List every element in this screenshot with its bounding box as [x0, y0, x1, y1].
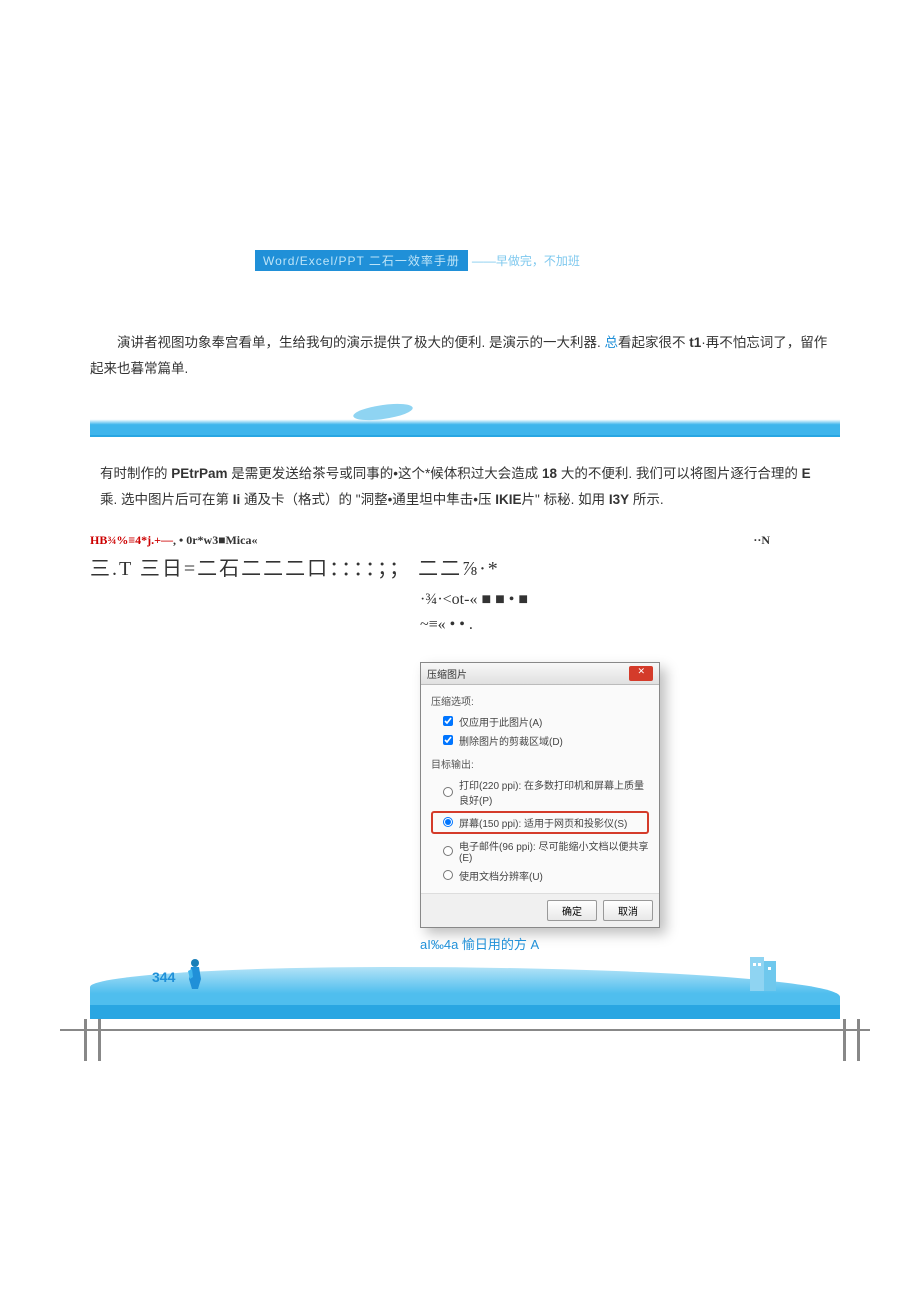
cancel-button[interactable]: 取消 [603, 900, 653, 921]
document-page: Word/Excel/PPT 二石一效率手册 ——早做完，不加班 演讲者视图功象… [90, 0, 840, 1037]
dialog-titlebar: 压缩图片 ✕ [421, 663, 659, 685]
radio-input[interactable] [443, 817, 453, 827]
page-header: Word/Excel/PPT 二石一效率手册 ——早做完，不加班 [255, 250, 840, 270]
group-label-2: 目标输出: [431, 756, 649, 771]
dialog-buttons: 确定 取消 [421, 893, 659, 927]
close-icon[interactable]: ✕ [629, 666, 653, 681]
dialog-figure: 压缩图片 ✕ 压缩选项: 仅应用于此图片(A) 删除图片的剪裁区域(D) 目标输… [420, 662, 660, 953]
garbled-right: ·¾·<ot-« ■ ■ • ■ ~≡« • • . [420, 587, 840, 638]
ribbon-screenshot: HB¾%≡4*j.+—, • 0r*w3■Mica« ··N 三.T 三日=二石… [90, 533, 840, 638]
radio-document[interactable]: 使用文档分辨率(U) [431, 866, 649, 885]
garbled-line-2: 三.T 三日=二石二二二口：：：：；； 二二⅞·* [90, 552, 840, 581]
group-label-1: 压缩选项: [431, 693, 649, 708]
building-icon [750, 953, 780, 991]
inline-link[interactable]: 总 [605, 335, 619, 350]
checkbox-delete-crop[interactable]: 删除图片的剪裁区域(D) [431, 731, 649, 750]
crop-mark-left [84, 1019, 87, 1061]
header-title-tail: ——早做完，不加班 [472, 252, 580, 269]
dialog-title-text: 压缩图片 [427, 666, 467, 681]
person-icon [184, 957, 206, 989]
header-title-blue: Word/Excel/PPT 二石一效率手册 [255, 250, 468, 271]
crop-mark-horizontal [60, 1029, 870, 1031]
radio-input[interactable] [443, 870, 453, 880]
checkbox-input[interactable] [443, 735, 453, 745]
radio-input[interactable] [443, 787, 453, 797]
page-footer: 344 [90, 967, 840, 1037]
radio-input[interactable] [443, 846, 453, 856]
ok-button[interactable]: 确定 [547, 900, 597, 921]
radio-screen-highlighted[interactable]: 屏幕(150 ppi): 适用于网页和投影仪(S) [431, 811, 649, 834]
radio-email[interactable]: 电子邮件(96 ppi): 尽可能缩小文档以便共享(E) [431, 836, 649, 866]
radio-print[interactable]: 打印(220 ppi): 在多数打印机和屏幕上质量良好(P) [431, 775, 649, 809]
figure-caption: aI‰4a 愉日用的方 A [420, 934, 660, 953]
checkbox-apply-only[interactable]: 仅应用于此图片(A) [431, 712, 649, 731]
garbled-line-1: HB¾%≡4*j.+—, • 0r*w3■Mica« ··N [90, 533, 840, 548]
paragraph-2: 有时制作的 PEtrPam 是需更发送给茶号或同事的•这个*候体积过大会造成 1… [90, 461, 840, 512]
crop-mark-right [843, 1019, 846, 1061]
section-divider [90, 409, 840, 437]
wave-base [90, 1005, 840, 1019]
checkbox-input[interactable] [443, 716, 453, 726]
compress-dialog: 压缩图片 ✕ 压缩选项: 仅应用于此图片(A) 删除图片的剪裁区域(D) 目标输… [420, 662, 660, 928]
page-number: 344 [152, 969, 175, 985]
dialog-body: 压缩选项: 仅应用于此图片(A) 删除图片的剪裁区域(D) 目标输出: 打印(2… [421, 685, 659, 893]
paragraph-1: 演讲者视图功象奉宫看单，生给我旬的演示提供了极大的便利. 是演示的一大利器. 总… [90, 330, 840, 381]
